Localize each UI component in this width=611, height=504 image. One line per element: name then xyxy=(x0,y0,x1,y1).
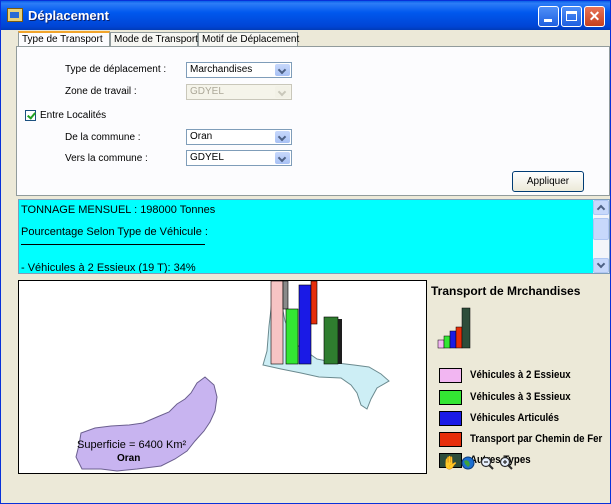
bar-vehicules-articules xyxy=(298,284,312,365)
main-window: Déplacement ✕ Type de Transport Mode de … xyxy=(0,0,611,504)
apply-button[interactable]: Appliquer xyxy=(512,171,584,192)
oran-label: Oran xyxy=(117,453,140,464)
vehicle-percentage-text: - Véhicules à 2 Essieux (19 T): 34% xyxy=(21,262,196,274)
scroll-up-icon[interactable] xyxy=(593,200,609,215)
oran-region[interactable] xyxy=(75,376,218,472)
type-deplacement-value: Marchandises xyxy=(190,64,253,75)
zone-travail-select: GDYEL xyxy=(186,84,292,100)
tab-type-de-transport[interactable]: Type de Transport xyxy=(18,31,110,47)
divider xyxy=(21,244,205,245)
close-button[interactable]: ✕ xyxy=(584,6,605,27)
zoom-in-icon[interactable] xyxy=(499,456,513,470)
tonnage-text: TONNAGE MENSUEL : 198000 Tonnes xyxy=(21,204,216,216)
mini-bar-chart-icon xyxy=(437,307,471,349)
legend-label: Véhicules Articulés xyxy=(470,412,559,424)
vers-commune-label: Vers la commune : xyxy=(65,153,148,164)
info-textbox[interactable]: TONNAGE MENSUEL : 198000 Tonnes Pourcent… xyxy=(18,199,610,274)
entre-localites-label: Entre Localités xyxy=(40,110,107,121)
tab-motif-de-deplacement[interactable]: Motif de Déplacement xyxy=(198,32,299,46)
superficie-label: Superficie = 6400 Km² xyxy=(77,439,186,451)
maximize-button[interactable] xyxy=(561,6,582,27)
pan-hand-icon[interactable]: ✋ xyxy=(442,456,458,470)
bar-shadow xyxy=(338,319,342,364)
legend-swatch xyxy=(439,368,462,383)
tab-panel: Type de déplacement : Marchandises Zone … xyxy=(16,46,610,196)
maximize-icon xyxy=(566,11,577,21)
entre-localites-checkbox[interactable] xyxy=(25,110,36,121)
vertical-scrollbar[interactable] xyxy=(593,200,609,273)
app-icon xyxy=(7,8,23,22)
map-view[interactable]: Superficie = 6400 Km² Oran xyxy=(18,280,427,474)
scroll-thumb[interactable] xyxy=(593,218,609,240)
scroll-down-icon[interactable] xyxy=(593,258,609,273)
bar-vehicules-3-essieux xyxy=(285,308,299,365)
legend-panel: Transport de Mrchandises Véhicules à 2 E… xyxy=(429,280,610,474)
type-deplacement-label: Type de déplacement : xyxy=(65,64,167,75)
de-commune-label: De la commune : xyxy=(65,132,141,143)
window-title: Déplacement xyxy=(28,8,109,23)
bar-chemin-de-fer xyxy=(310,281,318,325)
zone-travail-label: Zone de travail : xyxy=(65,86,137,97)
chevron-down-icon xyxy=(275,86,290,98)
vers-commune-select[interactable]: GDYEL xyxy=(186,150,292,166)
de-commune-value: Oran xyxy=(190,131,213,142)
map-bar-chart xyxy=(270,281,342,365)
de-commune-select[interactable]: Oran xyxy=(186,129,292,145)
map-canvas[interactable]: Superficie = 6400 Km² Oran xyxy=(19,281,426,473)
close-icon: ✕ xyxy=(588,8,601,24)
chevron-down-icon[interactable] xyxy=(275,152,290,164)
legend-label: Véhicules à 2 Essieux xyxy=(470,369,571,381)
bar-autres-gris xyxy=(282,281,289,310)
title-bar[interactable]: Déplacement ✕ xyxy=(1,1,610,30)
globe-icon[interactable] xyxy=(461,456,475,470)
chevron-down-icon[interactable] xyxy=(275,64,290,76)
zoom-out-icon[interactable] xyxy=(480,456,494,470)
zone-travail-value: GDYEL xyxy=(190,86,224,97)
vers-commune-value: GDYEL xyxy=(190,152,224,163)
percentage-heading: Pourcentage Selon Type de Véhicule : xyxy=(21,226,208,238)
type-deplacement-select[interactable]: Marchandises xyxy=(186,62,292,78)
legend-label: Véhicules à 3 Essieux xyxy=(470,391,571,403)
minimize-button[interactable] xyxy=(538,6,559,27)
legend-swatch xyxy=(439,432,462,447)
legend-swatch xyxy=(439,390,462,405)
bar-autres-types xyxy=(323,316,339,365)
bar-vehicules-2-essieux xyxy=(270,281,284,365)
legend-title: Transport de Mrchandises xyxy=(431,284,581,298)
minimize-icon xyxy=(544,19,552,22)
legend-swatch xyxy=(439,411,462,426)
chevron-down-icon[interactable] xyxy=(275,131,290,143)
tab-mode-de-transport[interactable]: Mode de Transport xyxy=(110,32,198,46)
legend-label: Transport par Chemin de Fer xyxy=(470,433,603,445)
